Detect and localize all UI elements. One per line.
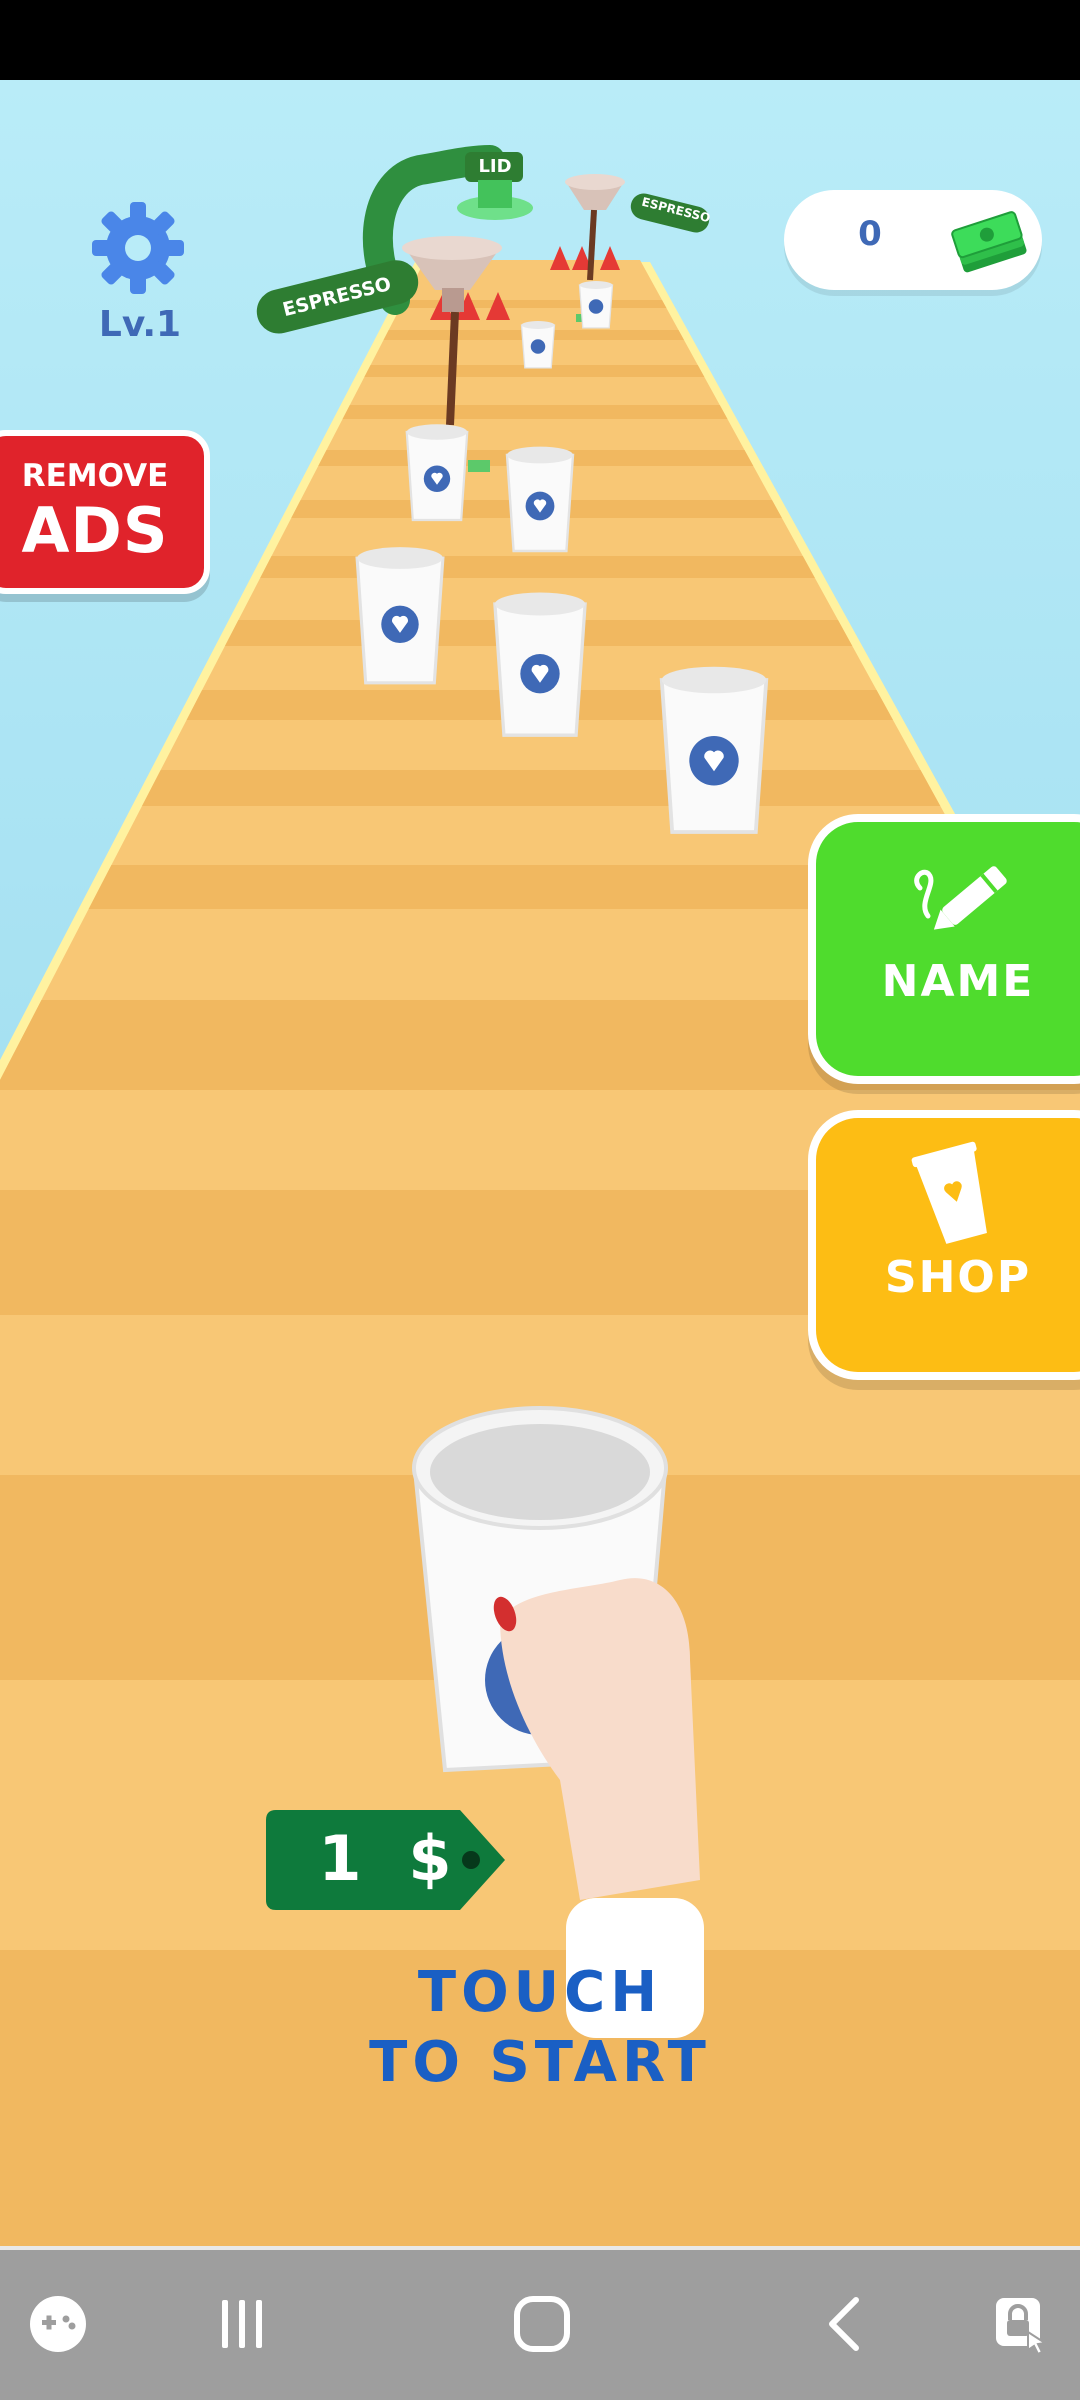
cash-stack-icon: [951, 211, 1027, 273]
level-label: Lv.1: [98, 304, 182, 345]
shop-button-label: SHOP: [884, 1252, 1032, 1303]
cup-icon: [911, 1141, 987, 1244]
start-prompt-line1: TOUCH: [417, 1960, 663, 2025]
start-prompt-line2: TO START: [369, 2030, 711, 2095]
price-value: 1: [318, 1822, 362, 1895]
back-icon[interactable]: [816, 2294, 876, 2354]
game-tools-icon[interactable]: [28, 2294, 88, 2354]
name-button-label: NAME: [881, 956, 1035, 1007]
navigation-bar: [0, 2250, 1080, 2400]
game-screen[interactable]: ESPRESSO ESPRESSO LID Lv.1 0 REMOVE ADS …: [0, 0, 1080, 2400]
remove-ads-line1: REMOVE: [21, 458, 169, 494]
lid-sign: LID: [478, 156, 512, 177]
remove-ads-button[interactable]: REMOVE ADS: [0, 430, 210, 594]
money-value: 0: [858, 214, 882, 254]
home-icon[interactable]: [512, 2294, 572, 2354]
gear-icon[interactable]: [88, 198, 188, 298]
price-currency: $: [408, 1822, 452, 1895]
pencil-icon: [914, 866, 1007, 930]
remove-ads-line2: ADS: [21, 494, 169, 567]
lock-app-icon[interactable]: [990, 2292, 1056, 2358]
recent-apps-icon[interactable]: [212, 2294, 272, 2354]
